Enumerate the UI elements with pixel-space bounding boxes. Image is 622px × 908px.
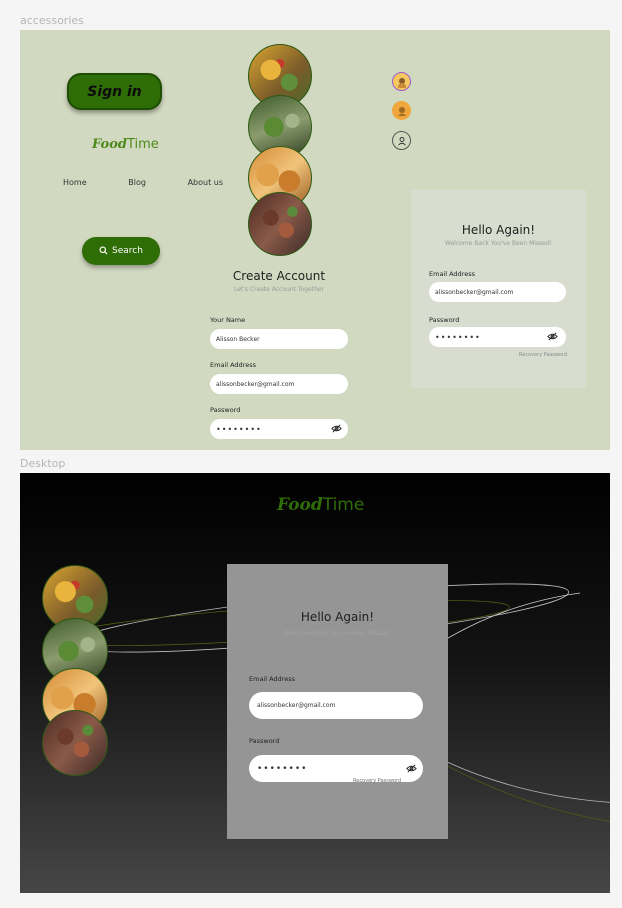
nav-item-home[interactable]: Home — [63, 178, 87, 187]
desktop-brand-time: Time — [322, 495, 365, 515]
desktop-login-subtitle: Welcome Back You've Been Missed! — [283, 630, 392, 637]
sign-in-label: Sign in — [87, 83, 142, 100]
login-card: Hello Again! Welcome Back You've Been Mi… — [411, 190, 586, 388]
desktop-password-value: •••••••• — [257, 763, 308, 774]
register-password-value: •••••••• — [216, 424, 262, 434]
login-subtitle: Welcome Back You've Been Missed! — [444, 240, 553, 247]
register-email-input[interactable] — [216, 380, 348, 388]
recovery-password-link[interactable]: Recovery Password — [519, 352, 567, 358]
email-field[interactable] — [429, 282, 566, 302]
password-label: Password — [429, 316, 460, 324]
main-nav: Home Blog About us — [63, 178, 223, 187]
search-button[interactable]: Search — [82, 237, 160, 265]
desktop-email-field[interactable] — [249, 692, 423, 719]
eye-off-icon[interactable] — [406, 764, 417, 773]
desktop-email-label: Email Address — [249, 675, 295, 683]
register-password-field[interactable]: •••••••• — [210, 419, 348, 439]
accessories-frame: Sign in FoodTime Home Blog About us Sear… — [20, 30, 610, 450]
food-image-meat — [248, 192, 312, 256]
desktop-email-input[interactable] — [257, 702, 423, 709]
user-icon[interactable] — [392, 131, 411, 150]
desktop-login-title: Hello Again! — [300, 610, 375, 624]
eye-off-icon[interactable] — [547, 332, 558, 341]
avatar-icon[interactable] — [392, 101, 411, 120]
frame-label-desktop: Desktop — [20, 457, 66, 470]
register-title: Create Account — [232, 269, 326, 283]
register-email-field[interactable] — [210, 374, 348, 394]
desktop-frame: FoodTime Hello Again! Welcome Back You'v… — [20, 473, 610, 893]
sign-in-button[interactable]: Sign in — [67, 73, 162, 110]
avatar-icon[interactable] — [392, 72, 411, 91]
password-field[interactable]: •••••••• — [429, 327, 566, 347]
name-label: Your Name — [210, 316, 246, 324]
search-icon — [99, 242, 108, 260]
eye-off-icon[interactable] — [331, 424, 342, 433]
register-email-label: Email Address — [210, 361, 256, 369]
desktop-password-label: Password — [249, 737, 280, 745]
email-label: Email Address — [429, 270, 475, 278]
name-field[interactable] — [210, 329, 348, 349]
search-label: Search — [112, 246, 143, 256]
nav-item-about[interactable]: About us — [188, 178, 223, 187]
brand-food: Food — [92, 137, 127, 152]
brand-logo: FoodTime — [92, 137, 159, 152]
password-value: •••••••• — [435, 332, 481, 342]
name-input[interactable] — [216, 335, 348, 343]
desktop-recovery-password-link[interactable]: Recovery Password — [353, 778, 401, 784]
food-image-meat — [42, 710, 108, 776]
login-title: Hello Again! — [461, 223, 536, 237]
email-input[interactable] — [435, 288, 566, 296]
register-password-label: Password — [210, 406, 241, 414]
register-subtitle: Let's Create Account Together — [233, 286, 325, 293]
desktop-login-card: Hello Again! Welcome Back You've Been Mi… — [227, 564, 448, 839]
brand-time: Time — [126, 137, 159, 152]
nav-item-blog[interactable]: Blog — [128, 178, 146, 187]
desktop-brand-food: Food — [277, 495, 323, 515]
frame-label-accessories: accessories — [20, 14, 84, 27]
desktop-brand-logo: FoodTime — [277, 495, 364, 515]
